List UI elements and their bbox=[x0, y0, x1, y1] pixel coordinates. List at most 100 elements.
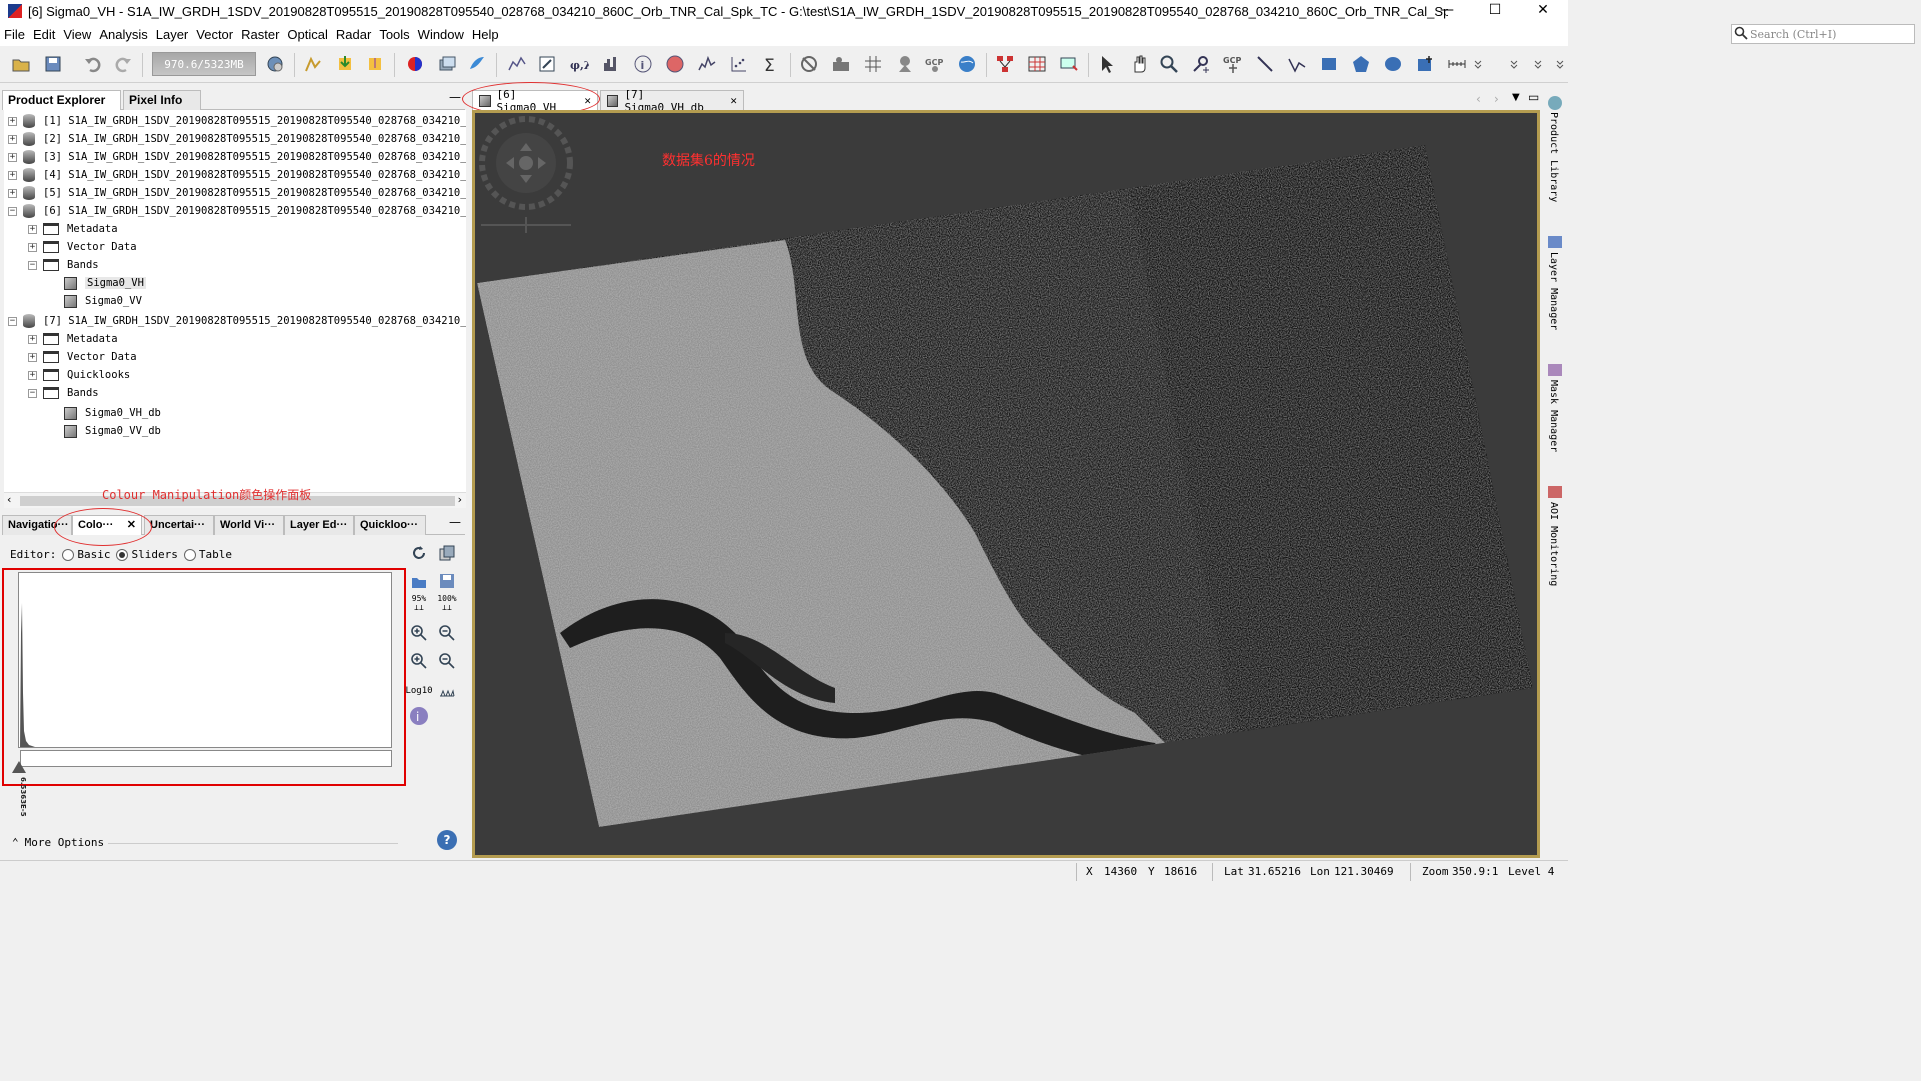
aoi-monitoring-icon[interactable] bbox=[1548, 486, 1562, 498]
menu-optical[interactable]: Optical bbox=[283, 27, 331, 42]
insert-vertex-icon[interactable] bbox=[1414, 53, 1436, 75]
product-library-icon[interactable] bbox=[1548, 96, 1562, 110]
tree-node-bands[interactable]: − Bands bbox=[28, 384, 99, 402]
tree-product-2[interactable]: + [2] S1A_IW_GRDH_1SDV_20190828T095515_20… bbox=[8, 130, 466, 148]
rgb-image-icon[interactable] bbox=[404, 53, 426, 75]
draw-polyline-icon[interactable] bbox=[1286, 53, 1308, 75]
menu-layer[interactable]: Layer bbox=[152, 27, 193, 42]
zoom-out-vertical-icon[interactable] bbox=[436, 622, 458, 644]
tree-product-4[interactable]: + [4] S1A_IW_GRDH_1SDV_20190828T095515_20… bbox=[8, 166, 466, 184]
memory-indicator[interactable]: 970.6/5323MB bbox=[152, 52, 256, 76]
toolbar-overflow-icon[interactable] bbox=[1470, 53, 1486, 75]
tree-node-quicklooks[interactable]: + Quicklooks bbox=[28, 366, 130, 384]
draw-ellipse-icon[interactable] bbox=[1382, 53, 1404, 75]
tab-world-view[interactable]: World Vi··· bbox=[214, 515, 284, 535]
stretch-95-button[interactable]: 95% ⊥⊥ bbox=[408, 592, 430, 614]
batch-processing-icon[interactable] bbox=[1026, 53, 1048, 75]
menu-tools[interactable]: Tools bbox=[375, 27, 413, 42]
distribute-sliders-icon[interactable] bbox=[436, 680, 458, 702]
navigation-control[interactable] bbox=[477, 113, 575, 233]
histogram-icon[interactable] bbox=[600, 53, 622, 75]
sum-icon[interactable]: Σ bbox=[760, 53, 782, 75]
tree-band-sigma0-vh[interactable]: Sigma0_VH bbox=[64, 274, 146, 292]
layer-manager-icon[interactable] bbox=[1548, 236, 1562, 248]
export-palette-icon[interactable] bbox=[436, 570, 458, 592]
time-series-icon[interactable] bbox=[1058, 53, 1080, 75]
menu-edit[interactable]: Edit bbox=[29, 27, 59, 42]
tab-uncertainty[interactable]: Uncertai··· bbox=[144, 515, 214, 535]
collapse-icon[interactable]: − bbox=[8, 206, 17, 216]
pin-placing-icon[interactable] bbox=[1190, 53, 1212, 75]
tree-product-7[interactable]: − [7] S1A_IW_GRDH_1SDV_20190828T095515_20… bbox=[8, 312, 466, 330]
zoom-in-vertical-icon[interactable] bbox=[408, 622, 430, 644]
tab-layer-editor[interactable]: Layer Ed··· bbox=[284, 515, 354, 535]
expand-icon[interactable]: + bbox=[28, 334, 37, 344]
tab-pixel-info[interactable]: Pixel Info bbox=[123, 90, 201, 110]
collapse-icon[interactable]: − bbox=[8, 316, 17, 326]
menu-analysis[interactable]: Analysis bbox=[95, 27, 151, 42]
expand-icon[interactable]: + bbox=[28, 352, 37, 362]
mask-manager-icon[interactable] bbox=[1548, 364, 1562, 376]
scroll-right-icon[interactable]: › bbox=[458, 493, 462, 506]
graticule-icon[interactable] bbox=[862, 53, 884, 75]
tree-band-sigma0-vv[interactable]: Sigma0_VV bbox=[64, 292, 142, 310]
range-finder-icon[interactable] bbox=[1446, 53, 1468, 75]
menu-vector[interactable]: Vector bbox=[192, 27, 237, 42]
log-scale-button[interactable]: Log10 bbox=[405, 680, 432, 702]
maximize-button[interactable]: ☐ bbox=[1472, 0, 1518, 22]
tree-node-vector-data[interactable]: + Vector Data bbox=[28, 238, 137, 256]
close-icon[interactable]: ✕ bbox=[730, 94, 737, 107]
expand-icon[interactable]: + bbox=[28, 224, 37, 234]
more-options-toggle[interactable]: ⌃ More Options bbox=[12, 836, 104, 849]
tree-node-bands[interactable]: − Bands bbox=[28, 256, 99, 274]
data-overlay-icon[interactable] bbox=[830, 53, 852, 75]
bands-icon[interactable] bbox=[436, 53, 458, 75]
import-palette-icon[interactable] bbox=[408, 570, 430, 592]
minimize-panel-icon[interactable]: — bbox=[449, 515, 461, 529]
minimize-button[interactable]: — bbox=[1424, 0, 1470, 22]
maximize-view-icon[interactable]: ▭ bbox=[1528, 90, 1539, 104]
graph-builder-icon[interactable] bbox=[994, 53, 1016, 75]
profile-plot-icon[interactable] bbox=[696, 53, 718, 75]
product-library-tab[interactable]: Product Library bbox=[1548, 112, 1559, 202]
tree-product-6[interactable]: − [6] S1A_IW_GRDH_1SDV_20190828T095515_20… bbox=[8, 202, 466, 220]
help-button[interactable]: ? bbox=[437, 830, 457, 850]
pin-manager-icon[interactable] bbox=[894, 53, 916, 75]
expand-icon[interactable]: + bbox=[8, 188, 17, 198]
tree-node-vector-data[interactable]: + Vector Data bbox=[28, 348, 137, 366]
tree-product-5[interactable]: + [5] S1A_IW_GRDH_1SDV_20190828T095515_20… bbox=[8, 184, 466, 202]
save-product-icon[interactable] bbox=[42, 53, 64, 75]
mask-icon[interactable] bbox=[798, 53, 820, 75]
world-map-icon[interactable] bbox=[466, 53, 488, 75]
menu-view[interactable]: View bbox=[59, 27, 95, 42]
image-view[interactable]: 数据集6的情况 bbox=[472, 110, 1540, 858]
expand-icon[interactable]: + bbox=[8, 170, 17, 180]
draw-rectangle-icon[interactable] bbox=[1318, 53, 1340, 75]
menu-window[interactable]: Window bbox=[414, 27, 468, 42]
phi-lambda-icon[interactable]: φ,λ bbox=[568, 53, 590, 75]
expand-icon[interactable]: + bbox=[28, 242, 37, 252]
minimize-panel-icon[interactable]: — bbox=[449, 90, 461, 104]
statistics-icon[interactable] bbox=[664, 53, 686, 75]
menu-radar[interactable]: Radar bbox=[332, 27, 375, 42]
scatter-plot-icon[interactable] bbox=[728, 53, 750, 75]
redo-icon[interactable] bbox=[112, 53, 134, 75]
scroll-left-icon[interactable]: ‹ bbox=[7, 493, 11, 506]
undo-icon[interactable] bbox=[82, 53, 104, 75]
mask-manager-tab[interactable]: Mask Manager bbox=[1548, 380, 1559, 452]
tree-product-1[interactable]: + [1] S1A_IW_GRDH_1SDV_20190828T095515_20… bbox=[8, 112, 466, 130]
draw-line-icon[interactable] bbox=[1254, 53, 1276, 75]
export-icon[interactable] bbox=[364, 53, 386, 75]
information-icon[interactable]: i bbox=[632, 53, 654, 75]
editor-basic-radio[interactable]: Basic bbox=[62, 548, 110, 561]
gcp-manager-icon[interactable]: GCP bbox=[924, 53, 946, 75]
close-button[interactable]: ✕ bbox=[1520, 0, 1566, 22]
tree-band-sigma0-vh-db[interactable]: Sigma0_VH_db bbox=[64, 404, 161, 422]
slider-handle[interactable] bbox=[12, 761, 26, 773]
toolbar-overflow-icon[interactable] bbox=[1530, 53, 1546, 75]
expand-icon[interactable]: + bbox=[8, 116, 17, 126]
tab-sigma0-vh-db[interactable]: [7] Sigma0_VH_db ✕ bbox=[600, 88, 744, 114]
draw-polygon-icon[interactable] bbox=[1350, 53, 1372, 75]
import-icon[interactable] bbox=[334, 53, 356, 75]
aoi-monitoring-tab[interactable]: AOI Monitoring bbox=[1548, 502, 1559, 586]
